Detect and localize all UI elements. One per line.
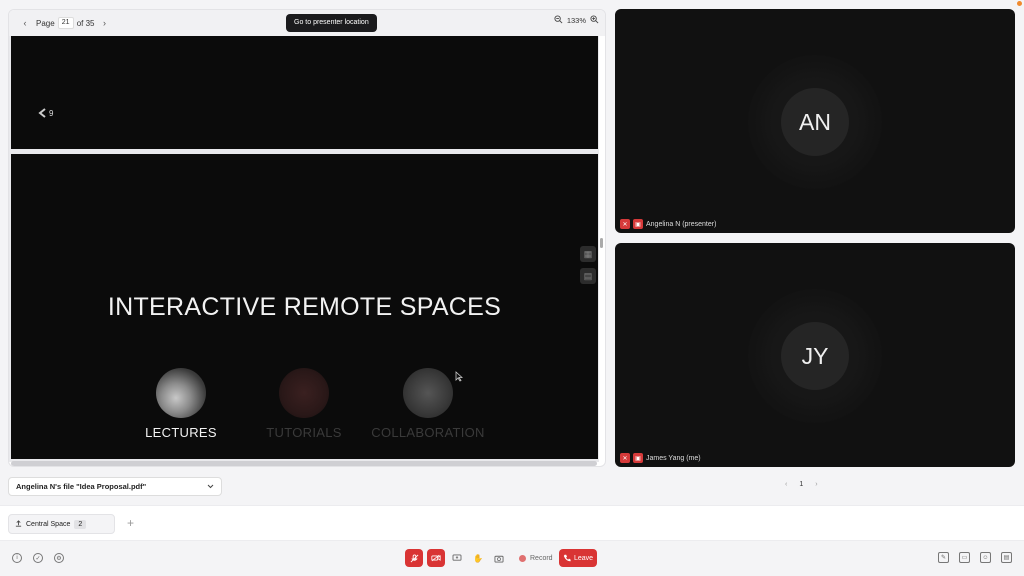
next-page-button[interactable]: › [96,15,112,31]
info-icon[interactable]: i [12,553,22,563]
mic-off-icon: ✕ [620,453,630,463]
camera-off-button[interactable] [427,549,445,567]
slide-logo-icon [38,108,46,118]
page-view-icon[interactable]: ▤ [580,268,596,284]
slide-page-21: INTERACTIVE REMOTE SPACES LECTURES TUTOR… [11,154,598,459]
space-tab-label: Central Space [26,520,71,528]
whiteboard-icon[interactable]: ✎ [938,552,949,563]
reactions-button[interactable] [490,549,508,567]
zoom-out-icon[interactable] [554,15,563,26]
leave-button[interactable]: Leave [559,549,597,567]
shield-check-icon[interactable]: ✓ [33,553,43,563]
raise-hand-button[interactable]: ✋ [469,549,487,567]
mic-off-icon [410,553,418,562]
mouse-cursor-icon [455,371,464,385]
page-label: Page [36,18,55,28]
topic-label: LECTURES [145,425,217,440]
topic-label: COLLABORATION [371,425,485,440]
shared-file-label: Angelina N's file "Idea Proposal.pdf" [16,482,147,491]
share-screen-button[interactable] [448,549,466,567]
grid-view-icon[interactable]: ▦ [580,246,596,262]
camera-off-icon: ▣ [633,453,643,463]
pager-page-number: 1 [799,481,804,488]
spaces-bar: Central Space 2 + [0,505,1024,541]
participants-icon[interactable]: ☺ [980,552,991,563]
tutorials-photo [279,368,329,418]
topic-collaboration: COLLABORATION [358,368,498,440]
notification-dot [1017,1,1022,6]
document-icon[interactable]: ▤ [1001,552,1012,563]
gear-icon[interactable]: ⚙ [54,553,64,563]
participant-name: James Yang (me) [646,454,701,462]
chevron-down-icon [207,482,214,491]
slide-side-tools: ▦ ▤ [580,246,596,284]
tile-pager: ‹ 1 › [785,481,818,488]
record-label: Record [530,554,553,562]
participant-tile[interactable]: JY ✕ ▣ James Yang (me) [615,243,1015,467]
space-tab-central[interactable]: Central Space 2 [8,514,115,534]
avatar: AN [781,88,849,156]
zoom-controls: 133% [554,15,599,26]
prev-page-button[interactable]: ‹ [17,15,33,31]
camera-off-icon [431,554,441,562]
camera-icon [494,555,504,563]
viewer-toolbar: ‹ Page 21 of 35 › Go to presenter locati… [9,10,605,36]
zoom-in-icon[interactable] [590,15,599,26]
record-button[interactable]: Record [513,549,559,567]
participant-tile[interactable]: AN ✕ ▣ Angelina N (presenter) [615,9,1015,233]
add-space-button[interactable]: + [127,516,134,530]
slide-area[interactable]: 9 INTERACTIVE REMOTE SPACES LECTURES TUT… [9,36,599,466]
pager-prev-button[interactable]: ‹ [785,481,787,488]
participant-footer: ✕ ▣ Angelina N (presenter) [620,219,716,229]
chat-icon[interactable]: ▭ [959,552,970,563]
vertical-scroll-handle[interactable] [600,238,603,248]
leave-phone-icon [563,554,571,562]
topic-label: TUTORIALS [266,425,342,440]
go-to-presenter-button[interactable]: Go to presenter location [286,14,377,32]
space-participant-count: 2 [74,519,87,529]
mic-off-button[interactable] [405,549,423,567]
horizontal-scrollbar[interactable] [11,461,597,466]
participant-name: Angelina N (presenter) [646,220,717,228]
participant-footer: ✕ ▣ James Yang (me) [620,453,701,463]
slide-number: 9 [37,108,53,118]
slide-page-20: 9 [11,36,598,149]
collaboration-photo [403,368,453,418]
avatar: JY [781,322,849,390]
record-dot-icon [519,554,526,562]
topic-tutorials: TUTORIALS [234,368,374,440]
page-number-input[interactable]: 21 [57,17,74,29]
pager-next-button[interactable]: › [815,481,817,488]
shared-file-select[interactable]: Angelina N's file "Idea Proposal.pdf" [8,477,222,496]
leave-label: Leave [573,554,594,562]
mic-off-icon: ✕ [620,219,630,229]
zoom-level: 133% [566,16,586,25]
hand-icon: ✋ [473,553,483,563]
screen-share-icon [452,554,462,561]
bottom-control-bar: i ✓ ⚙ ✋ Record Leave ✎ ▭ ☺ ▤ [0,541,1024,576]
slide-number-label: 9 [49,108,54,118]
camera-off-icon: ▣ [633,219,643,229]
page-total: of 35 [76,18,95,28]
slide-title: INTERACTIVE REMOTE SPACES [107,293,502,321]
pdf-viewer: ‹ Page 21 of 35 › Go to presenter locati… [8,9,606,467]
space-share-icon [15,519,22,529]
lectures-photo [156,368,206,418]
topic-lectures: LECTURES [111,368,251,440]
